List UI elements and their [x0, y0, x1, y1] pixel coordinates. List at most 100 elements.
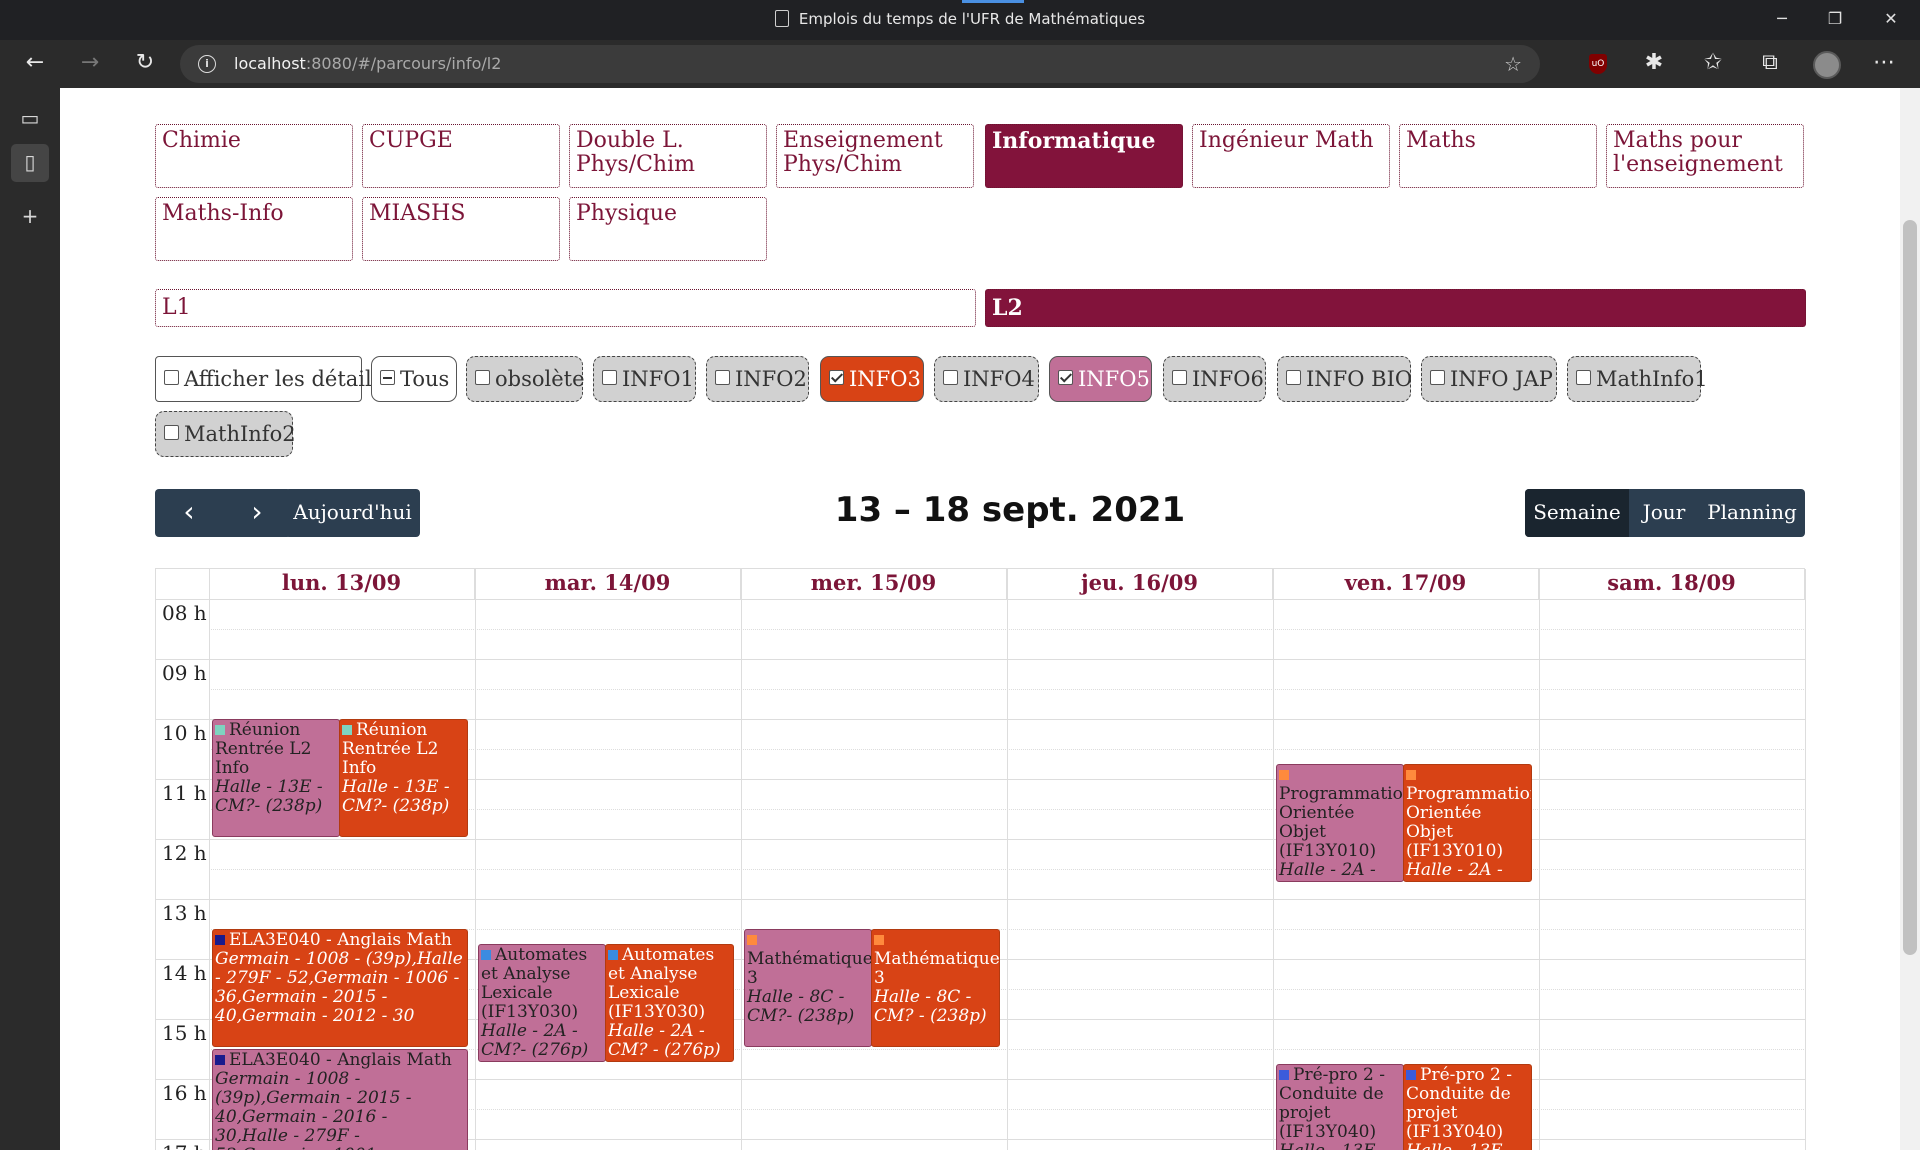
view-day-button[interactable]: Jour	[1629, 489, 1699, 537]
new-tab-icon[interactable]: +	[11, 198, 49, 236]
group-info5[interactable]: INFO5	[1049, 356, 1152, 402]
group-mathinfo2[interactable]: MathInfo2	[155, 411, 296, 457]
more-menu-icon[interactable]: ⋯	[1867, 48, 1901, 80]
site-info-icon[interactable]: i	[198, 55, 216, 73]
event-anglais-math-1[interactable]: ELA3E040 - Anglais Math Germain - 1008 - …	[212, 929, 468, 1047]
event-automates-info5[interactable]: Automates et Analyse Lexicale (IF13Y030)…	[478, 944, 606, 1062]
group-checkbox[interactable]	[715, 370, 730, 385]
group-checkbox[interactable]	[1576, 370, 1591, 385]
current-tab-icon[interactable]: ▯	[11, 144, 49, 182]
view-planning-button[interactable]: Planning	[1699, 489, 1805, 537]
program-enseignement-phys-chim[interactable]: Enseignement Phys/Chim	[776, 124, 974, 188]
event-poo-info5[interactable]: Programmation Orientée Objet (IF13Y010) H…	[1276, 764, 1404, 882]
close-window-button[interactable]: ✕	[1862, 0, 1920, 40]
level-l2[interactable]: L2	[985, 289, 1806, 327]
program-miashs[interactable]: MIASHS	[362, 197, 560, 261]
hour-label: 10 h	[162, 721, 207, 745]
browser-sidebar: ▭ ▯ +	[0, 88, 60, 1150]
add-favorite-icon[interactable]: ☆	[1504, 52, 1522, 76]
address-bar[interactable]: i localhost:8080/#/parcours/info/l2 ☆	[180, 45, 1540, 83]
event-title: Programmation Orientée Objet (IF13Y010)	[1406, 784, 1532, 861]
program-maths-info[interactable]: Maths-Info	[155, 197, 353, 261]
group-checkbox[interactable]	[943, 370, 958, 385]
program-physique[interactable]: Physique	[569, 197, 767, 261]
all-groups-toggle[interactable]: Tous	[371, 356, 457, 402]
event-poo-info3[interactable]: Programmation Orientée Objet (IF13Y010) H…	[1403, 764, 1532, 882]
group-info-bio[interactable]: INFO BIO	[1277, 356, 1412, 402]
extensions-icon[interactable]: ✱	[1637, 48, 1671, 80]
details-checkbox[interactable]	[164, 370, 179, 385]
favorites-icon[interactable]: ✩	[1696, 48, 1730, 80]
program-ingenieur-math[interactable]: Ingénieur Math	[1192, 124, 1390, 188]
day-header[interactable]: lun. 13/09	[209, 569, 475, 599]
group-checkbox[interactable]	[475, 370, 490, 385]
group-mathinfo1[interactable]: MathInfo1	[1567, 356, 1708, 402]
event-prepro-info3[interactable]: Pré-pro 2 - Conduite de projet (IF13Y040…	[1403, 1064, 1532, 1150]
next-week-button[interactable]: ›	[223, 489, 291, 537]
back-button[interactable]: ←	[18, 48, 52, 80]
group-checkbox[interactable]	[1286, 370, 1301, 385]
group-info4[interactable]: INFO4	[934, 356, 1039, 402]
event-automates-info3[interactable]: Automates et Analyse Lexicale (IF13Y030)…	[605, 944, 734, 1062]
group-label: INFO JAP	[1450, 367, 1553, 391]
view-week-button[interactable]: Semaine	[1525, 489, 1629, 537]
event-prepro-info5[interactable]: Pré-pro 2 - Conduite de projet (IF13Y040…	[1276, 1064, 1404, 1150]
program-chimie[interactable]: Chimie	[155, 124, 353, 188]
day-header[interactable]: jeu. 16/09	[1007, 569, 1273, 599]
reload-button[interactable]: ↻	[128, 48, 162, 80]
day-header[interactable]: mer. 15/09	[741, 569, 1007, 599]
group-checkbox[interactable]	[1058, 370, 1073, 385]
hour-label: 12 h	[162, 841, 207, 865]
url-text[interactable]: localhost:8080/#/parcours/info/l2	[234, 54, 501, 73]
group-checkbox[interactable]	[164, 425, 179, 440]
profile-avatar[interactable]	[1813, 51, 1841, 79]
all-groups-checkbox[interactable]	[380, 370, 395, 385]
page-scrollbar[interactable]	[1900, 88, 1920, 1150]
program-double-l[interactable]: Double L. Phys/Chim	[569, 124, 767, 188]
group-info1[interactable]: INFO1	[593, 356, 696, 402]
event-color-icon	[1279, 770, 1289, 780]
program-maths[interactable]: Maths	[1399, 124, 1597, 188]
group-checkbox[interactable]	[602, 370, 617, 385]
hour-label: 16 h	[162, 1081, 207, 1105]
event-reunion-rentree-info3[interactable]: Réunion Rentrée L2 Info Halle - 13E - CM?…	[339, 719, 468, 837]
minimize-button[interactable]: ─	[1753, 0, 1811, 40]
program-maths-enseignement[interactable]: Maths pour l'enseignement	[1606, 124, 1804, 188]
event-location: Germain - 1008 - (39p),Germain - 2015 - …	[215, 1069, 412, 1150]
day-header[interactable]: mar. 14/09	[475, 569, 741, 599]
prev-week-button[interactable]: ‹	[155, 489, 223, 537]
today-button[interactable]: Aujourd'hui	[285, 489, 420, 537]
group-info2[interactable]: INFO2	[706, 356, 809, 402]
program-informatique[interactable]: Informatique	[985, 124, 1183, 188]
tab-accent-line	[962, 0, 1024, 3]
collections-icon[interactable]: ⧉	[1753, 48, 1787, 80]
event-reunion-rentree-info5[interactable]: Réunion Rentrée L2 Info Halle - 13E -CM?-…	[212, 719, 340, 837]
forward-button[interactable]: →	[73, 48, 107, 80]
window-titlebar: Emplois du temps de l'UFR de Mathématiqu…	[0, 0, 1920, 40]
day-header[interactable]: ven. 17/09	[1273, 569, 1539, 599]
group-info3[interactable]: INFO3	[820, 356, 924, 402]
group-info-jap[interactable]: INFO JAP	[1421, 356, 1557, 402]
details-toggle[interactable]: Afficher les détails	[155, 356, 383, 402]
event-color-icon	[215, 725, 225, 735]
event-location: Halle - 8C -CM? - (238p)	[874, 987, 987, 1026]
group-info6[interactable]: INFO6	[1163, 356, 1266, 402]
hour-line	[156, 599, 1806, 600]
grid-line	[1539, 569, 1540, 1150]
group-checkbox[interactable]	[1172, 370, 1187, 385]
program-cupge[interactable]: CUPGE	[362, 124, 560, 188]
group-obsolete[interactable]: obsolète	[466, 356, 585, 402]
event-title: Pré-pro 2 - Conduite de projet (IF13Y040…	[1406, 1065, 1512, 1142]
tab-actions-icon[interactable]: ▭	[11, 100, 49, 138]
ublock-extension-icon[interactable]: uO	[1589, 54, 1607, 74]
group-checkbox[interactable]	[1430, 370, 1445, 385]
level-l1[interactable]: L1	[155, 289, 976, 327]
scrollbar-thumb[interactable]	[1903, 220, 1917, 955]
event-color-icon	[215, 935, 225, 945]
group-checkbox[interactable]	[829, 370, 844, 385]
event-anglais-math-2[interactable]: ELA3E040 - Anglais Math Germain - 1008 - …	[212, 1049, 468, 1150]
event-mathematiques-info3[interactable]: Mathématiques 3 Halle - 8C -CM? - (238p)	[871, 929, 1000, 1047]
restore-button[interactable]: ❐	[1806, 0, 1864, 40]
event-mathematiques-info5[interactable]: Mathématiques 3 Halle - 8C -CM?- (238p)	[744, 929, 872, 1047]
day-header[interactable]: sam. 18/09	[1539, 569, 1805, 599]
